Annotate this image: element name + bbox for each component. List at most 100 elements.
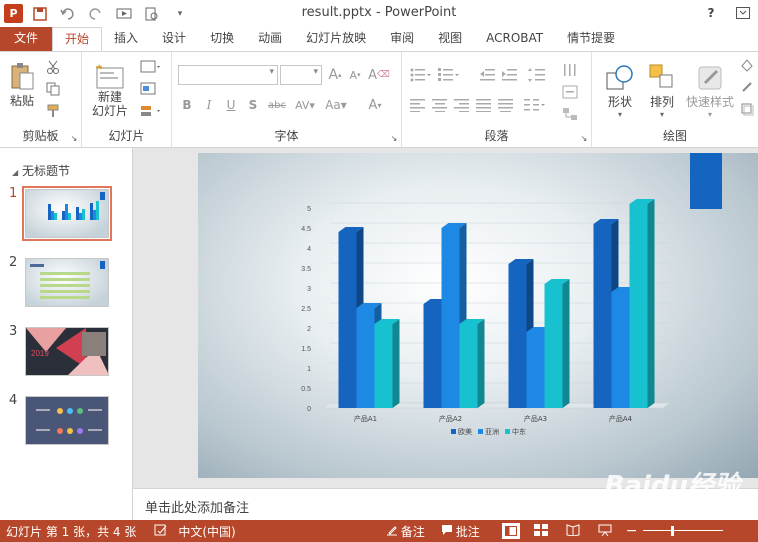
change-case-icon[interactable]: Aa▾ [322,95,350,115]
slide-thumbnail-1[interactable] [22,186,112,241]
tab-design[interactable]: 设计 [150,27,198,51]
bar-chart[interactable]: 0 0.5 1 1.5 2 2.5 3 3.5 4 4.5 5 产品A1 产品A2 产品A3 产品A4 欧美 亚… [198,153,758,478]
convert-smartart-icon[interactable] [560,104,586,124]
tab-storyboard[interactable]: 情节提要 [555,27,627,51]
bold-icon[interactable]: B [178,95,196,115]
normal-view-icon[interactable] [501,523,520,539]
line-spacing-icon[interactable] [526,65,552,85]
paragraph-group: 段落 ↘ [402,52,592,147]
shapes-icon [606,65,633,90]
slide-number-2: 2 [9,255,18,270]
shape-effects-icon[interactable] [738,100,756,118]
align-center-icon[interactable] [430,95,450,115]
status-bar: 幻灯片 第 1 张，共 4 张 中文(中国) 备注 批注 − [0,520,758,542]
font-color-icon[interactable]: A ▾ [362,95,388,115]
section-icon[interactable] [138,102,164,120]
text-direction-icon[interactable] [560,60,586,80]
language-status[interactable]: 中文(中国) [178,523,235,540]
tab-animations[interactable]: 动画 [246,27,294,51]
copy-icon[interactable] [44,80,62,98]
tab-transitions[interactable]: 切换 [198,27,246,51]
strikethrough-icon[interactable]: abc [266,95,288,115]
paragraph-launcher-icon[interactable]: ↘ [579,133,589,143]
print-preview-icon[interactable] [141,3,163,25]
align-text-icon[interactable] [560,82,586,102]
zoom-slider-thumb[interactable] [671,526,675,536]
chevron-down-icon: ▾ [313,67,318,77]
y-tick-label: 3.5 [301,266,311,273]
zoom-out-icon[interactable]: − [626,523,638,539]
y-tick-label: 0 [307,406,311,413]
text-shadow-icon[interactable]: S [244,95,262,115]
font-launcher-icon[interactable]: ↘ [389,133,399,143]
slide-thumbnail-2[interactable] [25,258,109,307]
grow-font-icon[interactable]: A ▴ [326,65,344,85]
section-header[interactable]: ◢ 无标题节 [12,162,70,179]
shapes-button[interactable]: 形状 ▾ [600,58,640,124]
powerpoint-logo: P [4,4,23,23]
shape-outline-icon[interactable] [738,78,756,96]
tab-home[interactable]: 开始 [52,27,103,51]
ribbon-display-icon[interactable] [732,3,754,23]
italic-icon[interactable]: I [200,95,218,115]
slide-thumbnail-pane: ◢ 无标题节 1 2 3 2019 4 [0,148,133,520]
reading-view-icon[interactable] [566,523,580,539]
notes-button[interactable]: 备注 [401,523,425,540]
justify-icon[interactable] [474,95,494,115]
zoom-slider[interactable] [643,525,724,537]
shape-fill-icon[interactable] [738,56,756,74]
increase-indent-icon[interactable] [500,65,520,85]
slide-canvas[interactable]: 0 0.5 1 1.5 2 2.5 3 3.5 4 4.5 5 产品A1 产品A2 产品A3 产品A4 欧美 亚… [198,153,758,478]
new-slide-button[interactable]: 新建 幻灯片 [88,58,132,124]
cut-icon[interactable] [44,58,62,76]
decrease-indent-icon[interactable] [478,65,498,85]
y-tick-label: 5 [307,206,311,213]
chevron-down-icon: ▾ [617,110,622,119]
align-right-icon[interactable] [452,95,472,115]
paste-button[interactable]: 粘贴 [4,58,40,112]
slideshow-icon[interactable] [598,524,612,539]
bullets-icon[interactable] [408,65,434,85]
start-from-beginning-icon[interactable] [113,3,135,25]
tab-view[interactable]: 视图 [426,27,474,51]
bar [593,224,612,408]
underline-icon[interactable]: U [222,95,240,115]
columns-icon[interactable] [522,95,548,115]
clear-formatting-icon[interactable]: A ⌫ [368,65,390,85]
layout-icon[interactable] [138,58,164,76]
align-left-icon[interactable] [408,95,428,115]
slide-thumbnail-3[interactable]: 2019 [25,327,109,376]
slide-sorter-icon[interactable] [533,523,548,539]
comments-icon [441,524,453,539]
y-tick-label: 4 [307,246,311,253]
customize-toolbar-icon[interactable]: ▾ [169,3,191,25]
tab-review[interactable]: 审阅 [378,27,426,51]
save-icon[interactable] [29,3,51,25]
watermark-url: jingyan.baidu.com [658,504,742,514]
font-size-dropdown[interactable]: ▾ [280,65,322,85]
distributed-icon[interactable] [496,95,516,115]
slide-number-1: 1 [9,186,18,201]
clipboard-launcher-icon[interactable]: ↘ [69,133,79,143]
font-group-label: 字体 [274,129,299,143]
tab-insert[interactable]: 插入 [102,27,150,51]
numbering-icon[interactable] [436,65,462,85]
spell-check-icon[interactable] [154,524,168,539]
reset-slide-icon[interactable] [138,80,164,98]
font-group: ▾ ▾ A ▴ A ▾ A ⌫ B I U S abc AV▾ Aa▾ A ▾ 字体 ↘ [172,52,402,147]
help-button[interactable]: ? [700,3,722,23]
character-spacing-icon[interactable]: AV▾ [292,95,318,115]
undo-icon[interactable] [57,3,79,25]
format-painter-icon[interactable] [44,102,62,120]
font-name-dropdown[interactable]: ▾ [178,65,278,85]
comments-button[interactable]: 批注 [456,523,480,540]
slide-thumbnail-4[interactable] [25,396,109,445]
tab-slideshow[interactable]: 幻灯片放映 [294,27,378,51]
x-tick-label: 产品A4 [609,414,633,423]
shrink-font-icon[interactable]: A ▾ [346,65,364,85]
arrange-button[interactable]: 排列 ▾ [644,58,680,124]
quick-styles-button[interactable]: 快速样式 ▾ [684,58,736,124]
tab-file[interactable]: 文件 [0,27,53,51]
redo-icon[interactable] [85,3,107,25]
tab-acrobat[interactable]: ACROBAT [474,27,555,51]
